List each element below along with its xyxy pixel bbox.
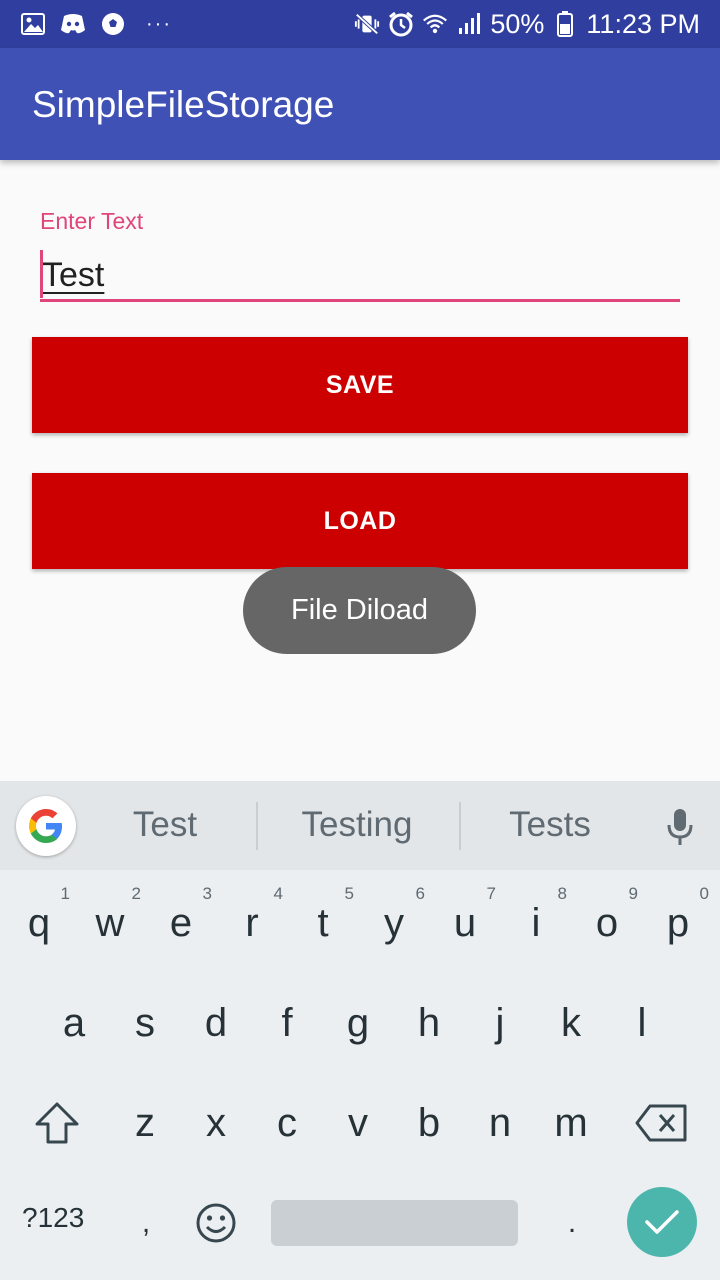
signal-icon: [456, 11, 482, 37]
key-b[interactable]: b: [394, 1078, 464, 1168]
battery-percent: 50%: [490, 8, 545, 39]
text-input-value[interactable]: Test: [42, 256, 104, 295]
key-r[interactable]: r4: [217, 878, 287, 968]
key-m[interactable]: m: [536, 1078, 606, 1168]
app-bar: SimpleFileStorage: [0, 48, 720, 160]
key-r-number: 4: [273, 884, 283, 903]
more-dots-icon: ···: [146, 12, 172, 35]
key-p-label: p: [666, 900, 690, 945]
key-t[interactable]: t5: [288, 878, 358, 968]
key-i-number: 8: [557, 884, 567, 903]
key-t-label: t: [317, 900, 329, 945]
load-button[interactable]: LOAD: [32, 473, 688, 569]
image-icon: [20, 11, 46, 37]
backspace-icon[interactable]: [626, 1078, 696, 1168]
space-bar[interactable]: [271, 1200, 518, 1246]
key-o[interactable]: o9: [572, 878, 642, 968]
key-c[interactable]: c: [252, 1078, 322, 1168]
key-s[interactable]: s: [110, 978, 180, 1068]
soccer-ball-icon: [100, 11, 126, 37]
status-bar: ··· 50% 11:23 PM: [0, 0, 720, 48]
text-cursor: [40, 250, 43, 298]
key-i-label: i: [531, 900, 541, 945]
key-o-label: o: [595, 900, 619, 945]
soft-keyboard: Test Testing Tests q1 w2 e3 r4 t5 y6 u7 …: [0, 781, 720, 1280]
text-input[interactable]: [40, 252, 680, 302]
key-r-label: r: [245, 900, 259, 945]
key-f[interactable]: f: [252, 978, 322, 1068]
discord-icon: [60, 11, 86, 37]
key-y-label: y: [384, 900, 404, 945]
enter-text-label: Enter Text: [40, 208, 144, 234]
shift-icon[interactable]: [22, 1078, 92, 1168]
key-w-number: 2: [131, 884, 141, 903]
microphone-icon[interactable]: [660, 803, 700, 851]
app-title: SimpleFileStorage: [32, 84, 335, 125]
key-e[interactable]: e3: [146, 878, 216, 968]
suggestion-item[interactable]: Testing: [267, 805, 447, 845]
key-i[interactable]: i8: [501, 878, 571, 968]
key-g[interactable]: g: [323, 978, 393, 1068]
key-h[interactable]: h: [394, 978, 464, 1068]
key-x[interactable]: x: [181, 1078, 251, 1168]
toast-message: File Diload: [243, 567, 476, 654]
suggestion-strip: Test Testing Tests: [0, 781, 720, 870]
key-z[interactable]: z: [110, 1078, 180, 1168]
mute-vibrate-icon: [354, 11, 380, 37]
key-u[interactable]: u7: [430, 878, 500, 968]
battery-icon: [552, 11, 578, 37]
key-q-label: q: [27, 900, 51, 945]
key-u-number: 7: [486, 884, 496, 903]
clock: 11:23 PM: [586, 8, 700, 39]
key-v[interactable]: v: [323, 1078, 393, 1168]
suggestion-divider: [256, 802, 258, 850]
key-o-number: 9: [628, 884, 638, 903]
key-p[interactable]: p0: [643, 878, 713, 968]
key-a[interactable]: a: [39, 978, 109, 1068]
suggestion-item[interactable]: Test: [75, 805, 255, 845]
enter-check-icon[interactable]: [627, 1187, 697, 1257]
symbols-key[interactable]: ?123: [22, 1202, 84, 1234]
key-u-label: u: [453, 900, 477, 945]
suggestion-item[interactable]: Tests: [460, 805, 640, 845]
key-w-label: w: [95, 900, 125, 945]
save-button[interactable]: SAVE: [32, 337, 688, 433]
key-y[interactable]: y6: [359, 878, 429, 968]
alarm-icon: [388, 11, 414, 37]
key-q[interactable]: q1: [4, 878, 74, 968]
key-y-number: 6: [415, 884, 425, 903]
key-k[interactable]: k: [536, 978, 606, 1068]
key-j[interactable]: j: [465, 978, 535, 1068]
google-icon[interactable]: [16, 796, 76, 856]
key-p-number: 0: [699, 884, 709, 903]
wifi-icon: [422, 11, 448, 37]
key-d[interactable]: d: [181, 978, 251, 1068]
key-t-number: 5: [344, 884, 354, 903]
comma-key[interactable]: ,: [111, 1178, 181, 1268]
key-w[interactable]: w2: [75, 878, 145, 968]
key-n[interactable]: n: [465, 1078, 535, 1168]
key-q-number: 1: [60, 884, 70, 903]
key-e-number: 3: [202, 884, 212, 903]
emoji-icon[interactable]: [181, 1178, 251, 1268]
key-e-label: e: [169, 900, 193, 945]
key-l[interactable]: l: [607, 978, 677, 1068]
period-key[interactable]: .: [537, 1178, 607, 1268]
